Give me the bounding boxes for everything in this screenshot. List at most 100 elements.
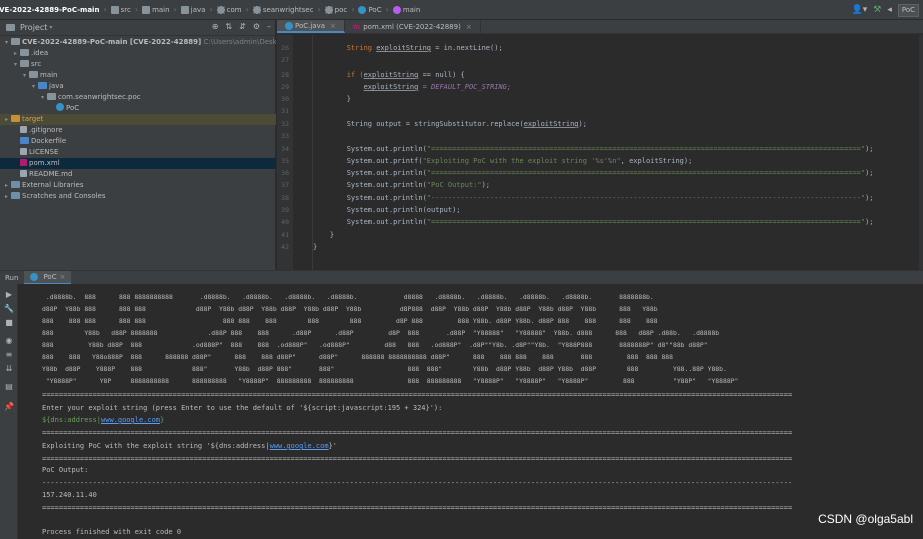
tree-item-project-root[interactable]: ▾ CVE-2022-42889-PoC-main [CVE-2022-42889… [0,37,276,48]
excluded-folder-icon [11,115,20,122]
ascii-art-line: Y88b d88P Y888P 888 888" Y88b d88P 888" … [42,365,727,373]
class-icon [30,272,39,281]
wrench-icon[interactable]: 🔧 [4,304,14,314]
tab-pom-xml[interactable]: m pom.xml (CVE-2022-42889) × [345,20,481,33]
folder-icon [29,71,38,78]
folder-icon [20,49,29,56]
tab-run-poc[interactable]: PoC × [24,270,72,285]
line-number: 30 [281,95,289,103]
build-hammer-icon[interactable]: ⚒ [873,5,881,15]
package-icon [47,93,56,100]
line-number: 42 [281,243,289,251]
breadcrumb-item-seanwrightsec[interactable]: seanwrightsec [250,5,317,14]
code-line: } [313,243,318,251]
tab-poc-java[interactable]: PoC.java × [277,20,345,33]
gear-icon[interactable]: ⚙ [253,22,260,31]
result-line: 157.240.11.40 [42,491,97,499]
tree-item-idea[interactable]: ▸ .idea [0,48,276,59]
separator-line: ========================================… [42,504,793,512]
console-output[interactable]: .d8888b. 888 888 8888888888 .d8888b. .d8… [18,284,923,539]
pin-icon[interactable]: 📌 [4,402,14,412]
line-number: 40 [281,218,289,226]
breadcrumb-item-class[interactable]: PoC [355,5,384,14]
tree-item-gitignore[interactable]: .gitignore [0,125,276,136]
rerun-icon[interactable]: ▶ [4,290,14,300]
tree-item-main[interactable]: ▾ main [0,70,276,81]
class-icon [358,5,367,14]
code-line: System.out.println("====================… [313,145,874,153]
tree-item-license[interactable]: LICENSE [0,147,276,158]
tree-item-pom[interactable]: pom.xml [0,158,276,169]
line-number: 36 [281,169,289,177]
close-icon[interactable]: × [466,23,472,31]
layout-icon[interactable]: ▤ [4,382,14,392]
chevron-down-icon[interactable]: ▾ [11,59,20,70]
poc-output-label: PoC Output: [42,466,89,474]
tree-item-poc-class[interactable]: PoC [0,103,276,114]
tree-item-target[interactable]: ▸ target [0,114,276,125]
chevron-down-icon[interactable]: ▾ [20,70,29,81]
separator-line: ========================================… [42,391,793,399]
code-editor[interactable]: String exploitString = in.nextLine(); if… [313,35,923,270]
chevron-down-icon[interactable]: ▾ [29,81,38,92]
editor-scrollbar[interactable] [919,35,923,270]
code-line: String exploitString = in.nextLine(); [313,44,503,52]
run-config-select[interactable]: PoC [897,3,919,17]
breadcrumb-item-main[interactable]: main [139,5,173,14]
breadcrumb-item-java[interactable]: java [178,5,209,14]
line-number: 35 [281,157,289,165]
ascii-art-line: 888 888 Y88o888P 888 888888 d88P" 888 88… [42,353,673,361]
breadcrumb-project[interactable]: CVE-2022-42889-PoC-main [0,6,102,14]
package-icon [252,5,261,14]
line-number: 32 [281,120,289,128]
project-panel-title[interactable]: Project [20,23,47,32]
project-panel: Project ▾ ⊕ ⇅ ⇵ ⚙ – ▾ CVE-2022-42889-PoC-… [0,20,276,270]
user-input-line: ${dns:address|www.google.com} [42,416,165,424]
prompt-line: Enter your exploit string (press Enter t… [42,404,443,412]
user-icon[interactable]: 👤▾ [852,5,868,15]
chevron-down-icon[interactable]: ▾ [38,92,47,103]
tree-item-java[interactable]: ▾ java [0,81,276,92]
camera-icon[interactable]: ◉ [4,336,14,346]
line-number: 31 [281,107,289,115]
chevron-down-icon[interactable]: ▾ [49,24,52,31]
locate-icon[interactable]: ⊕ [212,22,219,31]
package-icon [324,5,333,14]
minimize-icon[interactable]: – [267,22,271,31]
chevron-right-icon[interactable]: ▸ [2,180,11,191]
tree-item-scratches[interactable]: ▸ Scratches and Consoles [0,191,276,202]
tree-item-src[interactable]: ▾ src [0,59,276,70]
line-number: 29 [281,83,289,91]
tree-item-dockerfile[interactable]: Dockerfile [0,136,276,147]
ascii-art-line: d88P Y88b 888 888 888 d88P Y88b d88P Y88… [42,305,658,313]
scroll-to-end-icon[interactable]: ⇊ [4,364,14,374]
ascii-art-line: 888 Y88b d88P 888 .od888P" 888 888 .od88… [42,341,708,349]
close-icon[interactable]: × [330,22,336,30]
chevron-right-icon[interactable]: ▸ [2,191,11,202]
exit-status-line: Process finished with exit code 0 [42,528,182,536]
editor-tabs: PoC.java × m pom.xml (CVE-2022-42889) × [277,20,923,34]
chevron-down-icon[interactable]: ▾ [2,37,11,48]
tree-item-external-libraries[interactable]: ▸ External Libraries [0,180,276,191]
chevron-right-icon[interactable]: ▸ [11,48,20,59]
class-icon [56,103,64,111]
collapse-all-icon[interactable]: ⇅ [225,22,232,31]
code-line: if (exploitString == null) { [313,71,465,79]
close-icon[interactable]: × [60,273,66,281]
breadcrumb-item-src[interactable]: src [108,5,134,14]
tree-item-package[interactable]: ▾ com.seanwrightsec.poc [0,92,276,103]
run-tool-window-header: Run PoC × [0,270,923,285]
breadcrumb-item-com[interactable]: com [214,5,245,14]
line-number: 38 [281,194,289,202]
scratches-icon [11,192,20,199]
stop-icon[interactable]: ■ [4,318,14,328]
expand-all-icon[interactable]: ⇵ [239,22,246,31]
folder-icon [20,60,29,67]
chevron-right-icon[interactable]: ▸ [2,114,11,125]
soft-wrap-icon[interactable]: ≡ [4,350,14,360]
breadcrumb-item-method[interactable]: main [390,5,424,14]
tree-item-readme[interactable]: README.md [0,169,276,180]
ascii-art-line: 888 Y88b d88P 8888888 .d88P 888 888 .d88… [42,329,720,337]
breadcrumb-item-poc[interactable]: poc [322,5,351,14]
arrow-left-icon[interactable]: ◂ [887,5,892,15]
